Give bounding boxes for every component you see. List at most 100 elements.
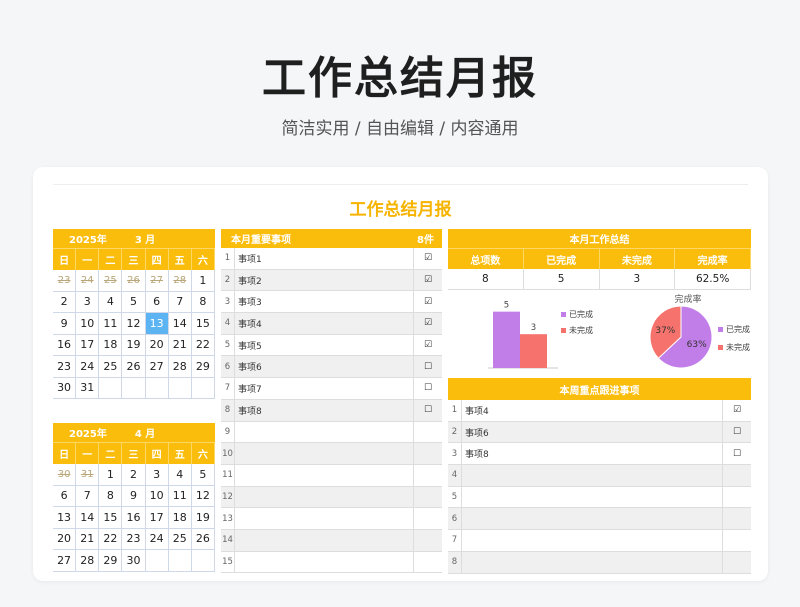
row-checkbox[interactable] <box>723 530 751 551</box>
calendar-day[interactable]: 30 <box>122 550 146 572</box>
calendar-day[interactable]: 3 <box>76 291 100 313</box>
calendar-day[interactable]: 27 <box>53 550 77 572</box>
calendar-day[interactable]: 21 <box>168 334 192 356</box>
row-item-name[interactable] <box>462 508 723 530</box>
calendar-day[interactable]: 1 <box>191 270 215 292</box>
calendar-day[interactable]: 18 <box>99 334 123 356</box>
calendar-day[interactable]: 9 <box>122 485 146 507</box>
calendar-day[interactable]: 30 <box>53 464 77 486</box>
calendar-day[interactable]: 23 <box>53 356 77 378</box>
calendar-day[interactable]: 2 <box>122 464 146 486</box>
row-checkbox[interactable] <box>414 508 442 529</box>
calendar-day[interactable]: 11 <box>168 485 192 507</box>
row-checkbox[interactable] <box>414 465 442 486</box>
calendar-day[interactable]: 8 <box>191 291 215 313</box>
row-checkbox[interactable]: ☑ <box>414 313 442 334</box>
row-item-name[interactable]: 事项7 <box>235 378 414 399</box>
calendar-day[interactable]: 13 <box>53 507 77 529</box>
calendar-day[interactable]: 6 <box>145 291 169 313</box>
row-checkbox[interactable]: ☑ <box>414 270 442 291</box>
row-checkbox[interactable]: ☐ <box>414 356 442 377</box>
row-checkbox[interactable] <box>723 508 751 529</box>
calendar-day[interactable]: 27 <box>145 270 169 292</box>
calendar-day[interactable]: 18 <box>168 507 192 529</box>
row-checkbox[interactable] <box>723 465 751 486</box>
calendar-day[interactable]: 3 <box>145 464 169 486</box>
calendar-day[interactable]: 7 <box>76 485 100 507</box>
row-item-name[interactable]: 事项5 <box>235 334 414 356</box>
calendar-day[interactable]: 25 <box>168 528 192 550</box>
calendar-day[interactable]: 25 <box>99 356 123 378</box>
calendar-day[interactable]: 31 <box>76 377 100 399</box>
calendar-day[interactable]: 28 <box>168 356 192 378</box>
calendar-day[interactable]: 5 <box>191 464 215 486</box>
row-checkbox[interactable] <box>414 487 442 508</box>
calendar-day[interactable]: 30 <box>53 377 77 399</box>
row-checkbox[interactable] <box>414 552 442 573</box>
row-checkbox[interactable]: ☐ <box>414 400 442 421</box>
row-item-name[interactable]: 事项2 <box>235 269 414 291</box>
calendar-day[interactable]: 29 <box>191 356 215 378</box>
calendar-day[interactable]: 26 <box>191 528 215 550</box>
calendar-day[interactable]: 22 <box>191 334 215 356</box>
calendar-day[interactable]: 29 <box>99 550 123 572</box>
calendar-day[interactable]: 15 <box>99 507 123 529</box>
calendar-day[interactable]: 7 <box>168 291 192 313</box>
calendar-day[interactable]: 25 <box>99 270 123 292</box>
row-checkbox[interactable]: ☐ <box>414 378 442 399</box>
row-checkbox[interactable]: ☑ <box>723 400 751 421</box>
row-item-name[interactable] <box>462 486 723 508</box>
calendar-day[interactable]: 23 <box>122 528 146 550</box>
row-item-name[interactable] <box>235 464 414 486</box>
calendar-day[interactable]: 24 <box>76 356 100 378</box>
row-item-name[interactable]: 事项4 <box>462 400 723 421</box>
row-item-name[interactable]: 事项6 <box>462 421 723 443</box>
row-item-name[interactable]: 事项3 <box>235 291 414 313</box>
calendar-day[interactable]: 10 <box>76 313 100 335</box>
row-checkbox[interactable]: ☐ <box>723 443 751 464</box>
row-item-name[interactable] <box>235 486 414 508</box>
calendar-day[interactable]: 19 <box>122 334 146 356</box>
calendar-day[interactable]: 4 <box>99 291 123 313</box>
row-checkbox[interactable] <box>414 422 442 443</box>
calendar-day[interactable]: 5 <box>122 291 146 313</box>
calendar-day[interactable]: 21 <box>76 528 100 550</box>
calendar-day[interactable]: 16 <box>122 507 146 529</box>
row-item-name[interactable] <box>235 443 414 464</box>
calendar-day[interactable]: 26 <box>122 270 146 292</box>
calendar-day[interactable]: 12 <box>122 313 146 335</box>
row-checkbox[interactable]: ☑ <box>414 335 442 356</box>
row-item-name[interactable]: 事项6 <box>235 356 414 378</box>
calendar-day[interactable]: 10 <box>145 485 169 507</box>
calendar-day[interactable]: 9 <box>53 313 77 335</box>
calendar-day[interactable]: 8 <box>99 485 123 507</box>
calendar-day[interactable]: 24 <box>145 528 169 550</box>
row-item-name[interactable] <box>462 551 723 573</box>
calendar-day[interactable]: 24 <box>76 270 100 292</box>
row-item-name[interactable]: 事项8 <box>235 399 414 421</box>
row-item-name[interactable] <box>235 508 414 529</box>
row-item-name[interactable] <box>235 551 414 573</box>
calendar-day[interactable]: 28 <box>76 550 100 572</box>
calendar-day[interactable]: 22 <box>99 528 123 550</box>
row-item-name[interactable]: 事项4 <box>235 313 414 334</box>
calendar-day[interactable]: 20 <box>145 334 169 356</box>
calendar-day[interactable]: 6 <box>53 485 77 507</box>
row-checkbox[interactable] <box>414 530 442 551</box>
row-item-name[interactable] <box>235 529 414 551</box>
calendar-day[interactable]: 17 <box>145 507 169 529</box>
calendar-day[interactable]: 17 <box>76 334 100 356</box>
calendar-day[interactable]: 19 <box>191 507 215 529</box>
row-checkbox[interactable] <box>414 443 442 464</box>
row-checkbox[interactable] <box>723 487 751 508</box>
calendar-day[interactable]: 11 <box>99 313 123 335</box>
calendar-day[interactable]: 27 <box>145 356 169 378</box>
calendar-day[interactable]: 14 <box>168 313 192 335</box>
row-item-name[interactable]: 事项1 <box>235 248 414 269</box>
row-checkbox[interactable]: ☑ <box>414 248 442 269</box>
calendar-day[interactable]: 15 <box>191 313 215 335</box>
calendar-day[interactable]: 31 <box>76 464 100 486</box>
row-item-name[interactable] <box>462 530 723 551</box>
calendar-day[interactable]: 16 <box>53 334 77 356</box>
row-item-name[interactable] <box>235 421 414 443</box>
